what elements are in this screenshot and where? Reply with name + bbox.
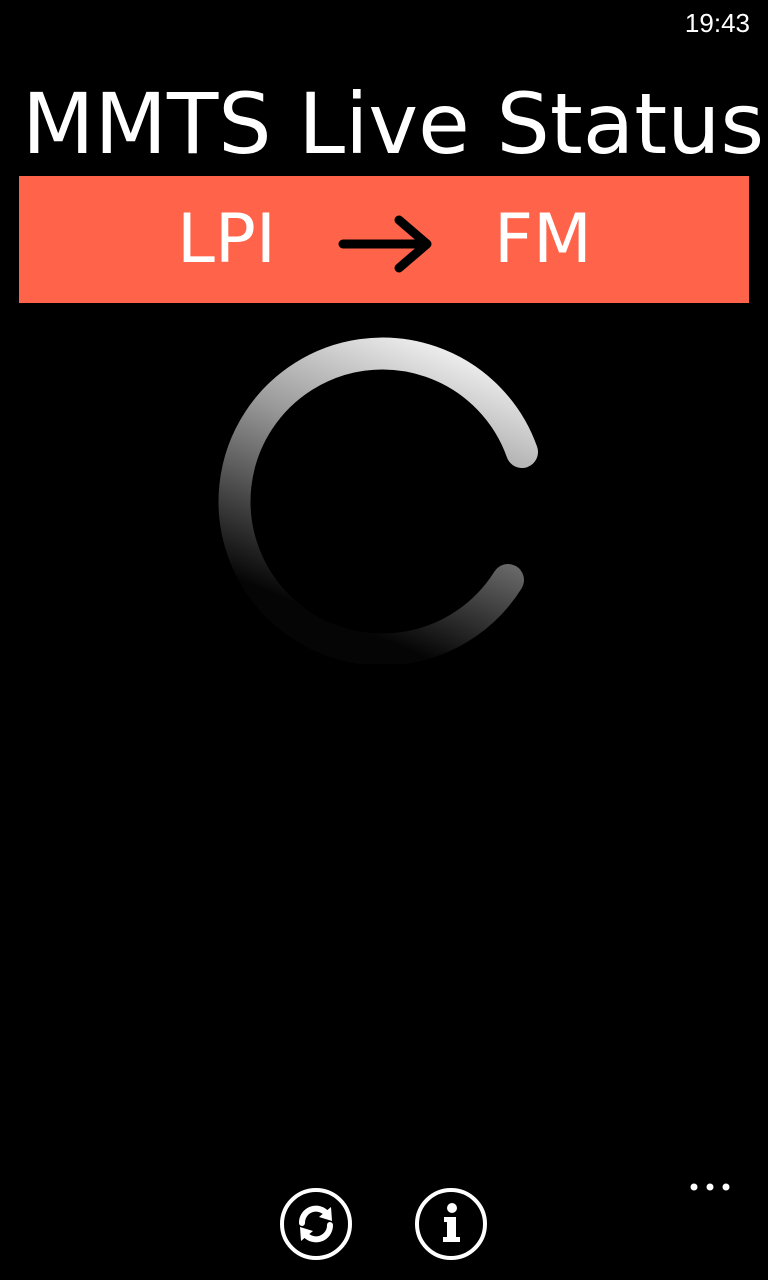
info-icon [443, 1203, 460, 1242]
status-bar: 19:43 [0, 0, 768, 46]
app-bar [0, 1170, 768, 1280]
info-button[interactable] [414, 1187, 488, 1261]
route-destination: FM [494, 200, 592, 279]
route-origin: LPI [177, 200, 276, 279]
ellipsis-icon [690, 1183, 730, 1191]
route-banner: LPI FM [19, 176, 749, 303]
refresh-icon [299, 1205, 333, 1243]
refresh-button[interactable] [279, 1187, 353, 1261]
more-options-button[interactable] [684, 1172, 738, 1202]
page-title: MMTS Live Status [22, 75, 765, 173]
loading-spinner [218, 337, 538, 664]
status-clock: 19:43 [684, 8, 750, 38]
arrow-right-icon [338, 215, 432, 273]
